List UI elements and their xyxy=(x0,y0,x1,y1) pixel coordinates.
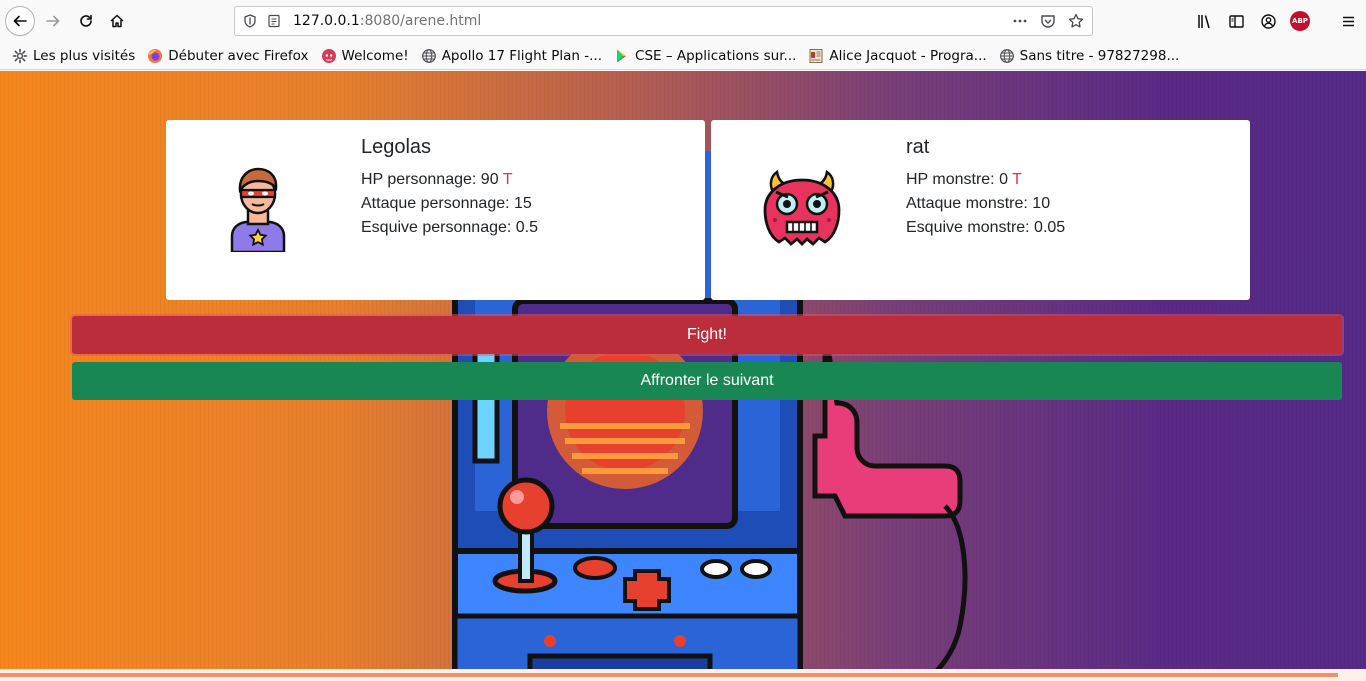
bookmarks-bar: Les plus visités Débuter avec Firefox We… xyxy=(0,42,1366,70)
monster-attack: Attaque monstre: 10 xyxy=(906,195,1051,212)
bookmark-welcome[interactable]: Welcome! xyxy=(321,48,409,64)
url-bar[interactable]: 127.0.0.1:8080/arene.html xyxy=(234,6,1093,36)
monster-hp-value: 0 xyxy=(999,171,1008,188)
monster-hp: HP monstre: 0 T xyxy=(906,168,1065,192)
fight-button[interactable]: Fight! xyxy=(72,316,1342,354)
bookmark-label: Welcome! xyxy=(341,47,409,64)
forward-button[interactable] xyxy=(38,6,68,36)
bookmark-firefox[interactable]: Débuter avec Firefox xyxy=(147,47,309,64)
player-name: Legolas xyxy=(361,136,432,158)
browser-toolbar: 127.0.0.1:8080/arene.html ABP xyxy=(0,0,1366,42)
menu-icon[interactable] xyxy=(1338,11,1358,31)
monster-card: rat HP monstre: 0 T Attaque monstre: 10 … xyxy=(711,120,1250,300)
globe-icon xyxy=(999,48,1015,64)
page-icon xyxy=(808,48,824,64)
url-text: 127.0.0.1:8080/arene.html xyxy=(293,13,481,29)
sidebar-icon[interactable] xyxy=(1226,11,1246,31)
url-path: :8080/arene.html xyxy=(359,13,482,29)
bookmark-label: Alice Jacquot - Progra... xyxy=(829,47,987,64)
bottom-bar xyxy=(0,669,1366,681)
hero-avatar-icon xyxy=(230,167,286,252)
player-hp: HP personnage: 90 T xyxy=(361,168,538,192)
bookmark-label: CSE – Applications sur... xyxy=(635,47,797,64)
home-icon xyxy=(110,14,124,28)
bookmark-label: Apollo 17 Flight Plan -... xyxy=(441,47,603,64)
shield-icon[interactable] xyxy=(243,14,257,28)
monster-avatar-icon xyxy=(763,169,841,246)
player-card: Legolas HP personnage: 90 T Attaque pers… xyxy=(166,120,705,300)
home-button[interactable] xyxy=(102,6,132,36)
bookmark-star-icon[interactable] xyxy=(1068,12,1084,30)
bookmark-apollo[interactable]: Apollo 17 Flight Plan -... xyxy=(421,48,602,64)
bookmark-label: Sans titre - 97827298... xyxy=(1019,47,1180,64)
bookmark-label: Débuter avec Firefox xyxy=(168,47,309,64)
player-info: Legolas HP personnage: 90 T Attaque pers… xyxy=(361,136,538,240)
firefox-icon xyxy=(147,48,163,64)
arrow-right-icon xyxy=(46,15,60,27)
player-hp-label: HP personnage: xyxy=(361,171,481,188)
bookmark-alice[interactable]: Alice Jacquot - Progra... xyxy=(808,47,987,64)
player-hp-tag: T xyxy=(502,171,513,188)
player-hp-value: 90 xyxy=(480,171,499,188)
monster-hp-tag: T xyxy=(1012,171,1022,188)
account-icon[interactable] xyxy=(1258,11,1278,31)
play-store-icon xyxy=(614,48,630,64)
page-viewport: Legolas HP personnage: 90 T Attaque pers… xyxy=(0,71,1366,681)
library-icon[interactable] xyxy=(1194,11,1214,31)
monster-name: rat xyxy=(906,136,930,158)
octocat-icon xyxy=(321,48,337,64)
monster-hp-label: HP monstre: xyxy=(906,171,1000,188)
pocket-icon[interactable] xyxy=(1040,12,1056,30)
back-button[interactable] xyxy=(5,6,35,36)
page-info-icon[interactable] xyxy=(267,14,281,28)
reload-button[interactable] xyxy=(71,6,101,36)
gear-icon xyxy=(12,48,28,64)
arrow-left-icon xyxy=(13,15,27,27)
globe-icon xyxy=(421,48,437,64)
next-opponent-button[interactable]: Affronter le suivant xyxy=(72,362,1342,400)
reload-icon xyxy=(80,14,92,27)
url-host: 127.0.0.1 xyxy=(293,13,360,29)
adblock-icon[interactable]: ABP xyxy=(1290,11,1310,31)
abp-badge: ABP xyxy=(1290,11,1310,31)
bookmark-cse[interactable]: CSE – Applications sur... xyxy=(614,48,796,64)
monster-dodge: Esquive monstre: 0.05 xyxy=(906,219,1066,236)
bookmark-most-visited[interactable]: Les plus visités xyxy=(12,48,135,64)
player-attack: Attaque personnage: 15 xyxy=(361,195,532,212)
bookmark-label: Les plus visités xyxy=(33,47,136,64)
bookmark-untitled[interactable]: Sans titre - 97827298... xyxy=(999,47,1180,64)
monster-info: rat HP monstre: 0 T Attaque monstre: 10 … xyxy=(906,136,1065,240)
player-dodge: Esquive personnage: 0.5 xyxy=(361,219,539,236)
page-actions-icon[interactable] xyxy=(1012,12,1028,30)
